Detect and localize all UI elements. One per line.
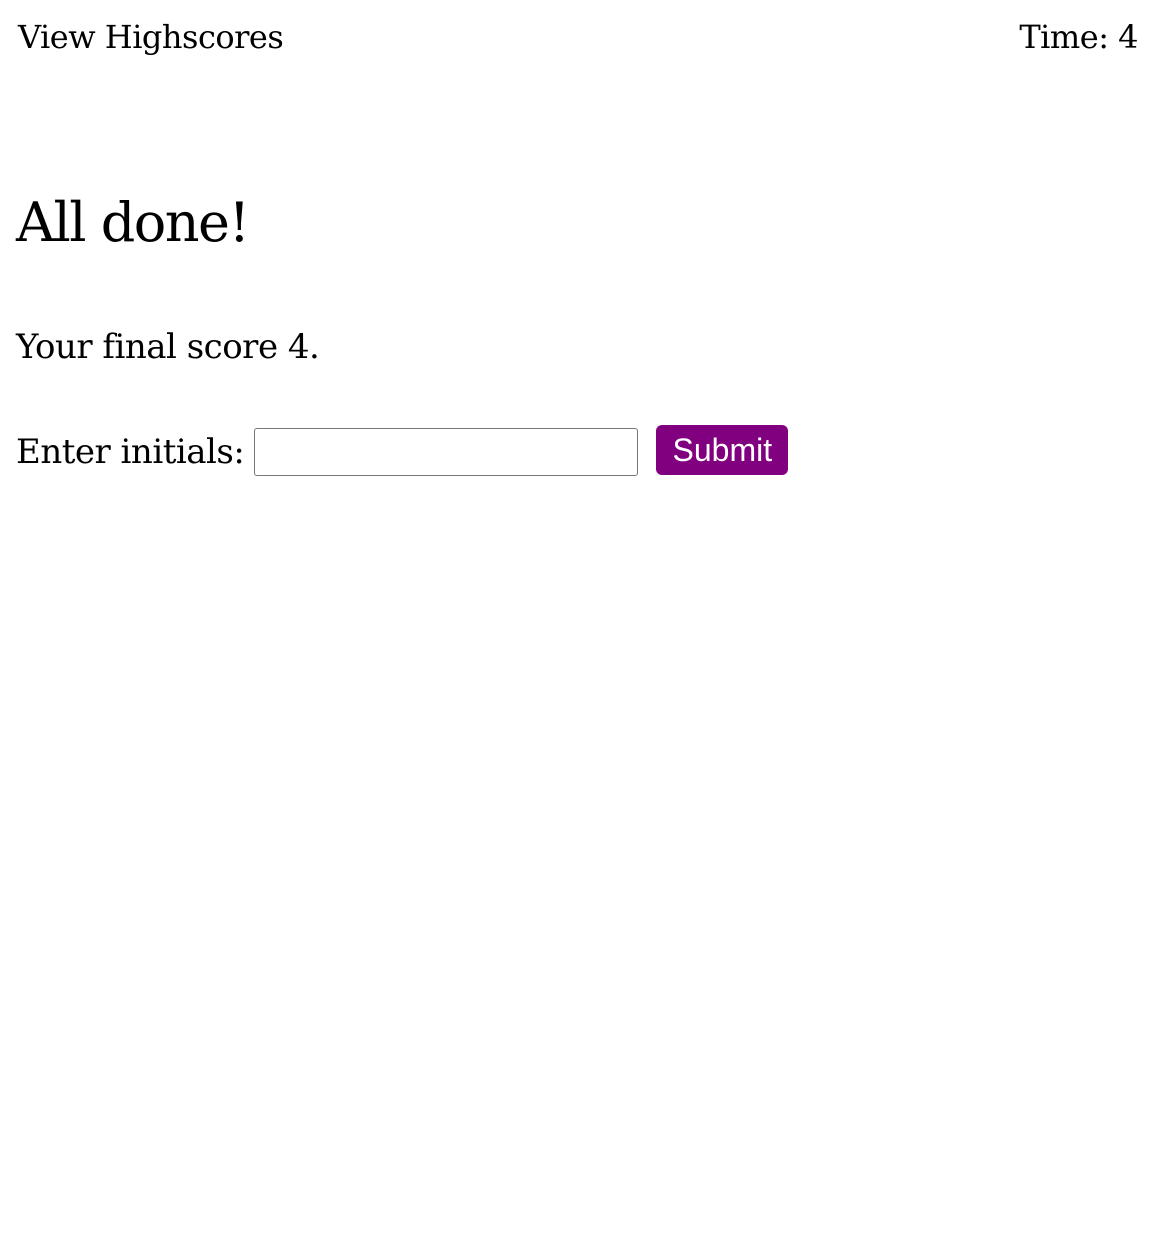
final-score-text: Your final score 4. bbox=[16, 327, 320, 367]
initials-label: Enter initials: bbox=[16, 432, 245, 472]
initials-form: Enter initials: Submit bbox=[16, 425, 789, 476]
results-section: All done! bbox=[16, 191, 250, 254]
page-title: All done! bbox=[16, 191, 250, 254]
top-bar: View Highscores Time: 4 bbox=[18, 18, 1138, 68]
initials-input[interactable] bbox=[254, 428, 639, 476]
timer-label: Time: bbox=[1019, 18, 1119, 56]
final-score-prefix: Your final score bbox=[16, 327, 288, 367]
timer-value: 4 bbox=[1118, 18, 1138, 56]
final-score-suffix: . bbox=[309, 327, 320, 367]
final-score-value: 4 bbox=[287, 327, 310, 367]
view-highscores-link[interactable]: View Highscores bbox=[18, 18, 284, 56]
submit-button[interactable]: Submit bbox=[656, 425, 789, 475]
timer: Time: 4 bbox=[1019, 18, 1138, 56]
